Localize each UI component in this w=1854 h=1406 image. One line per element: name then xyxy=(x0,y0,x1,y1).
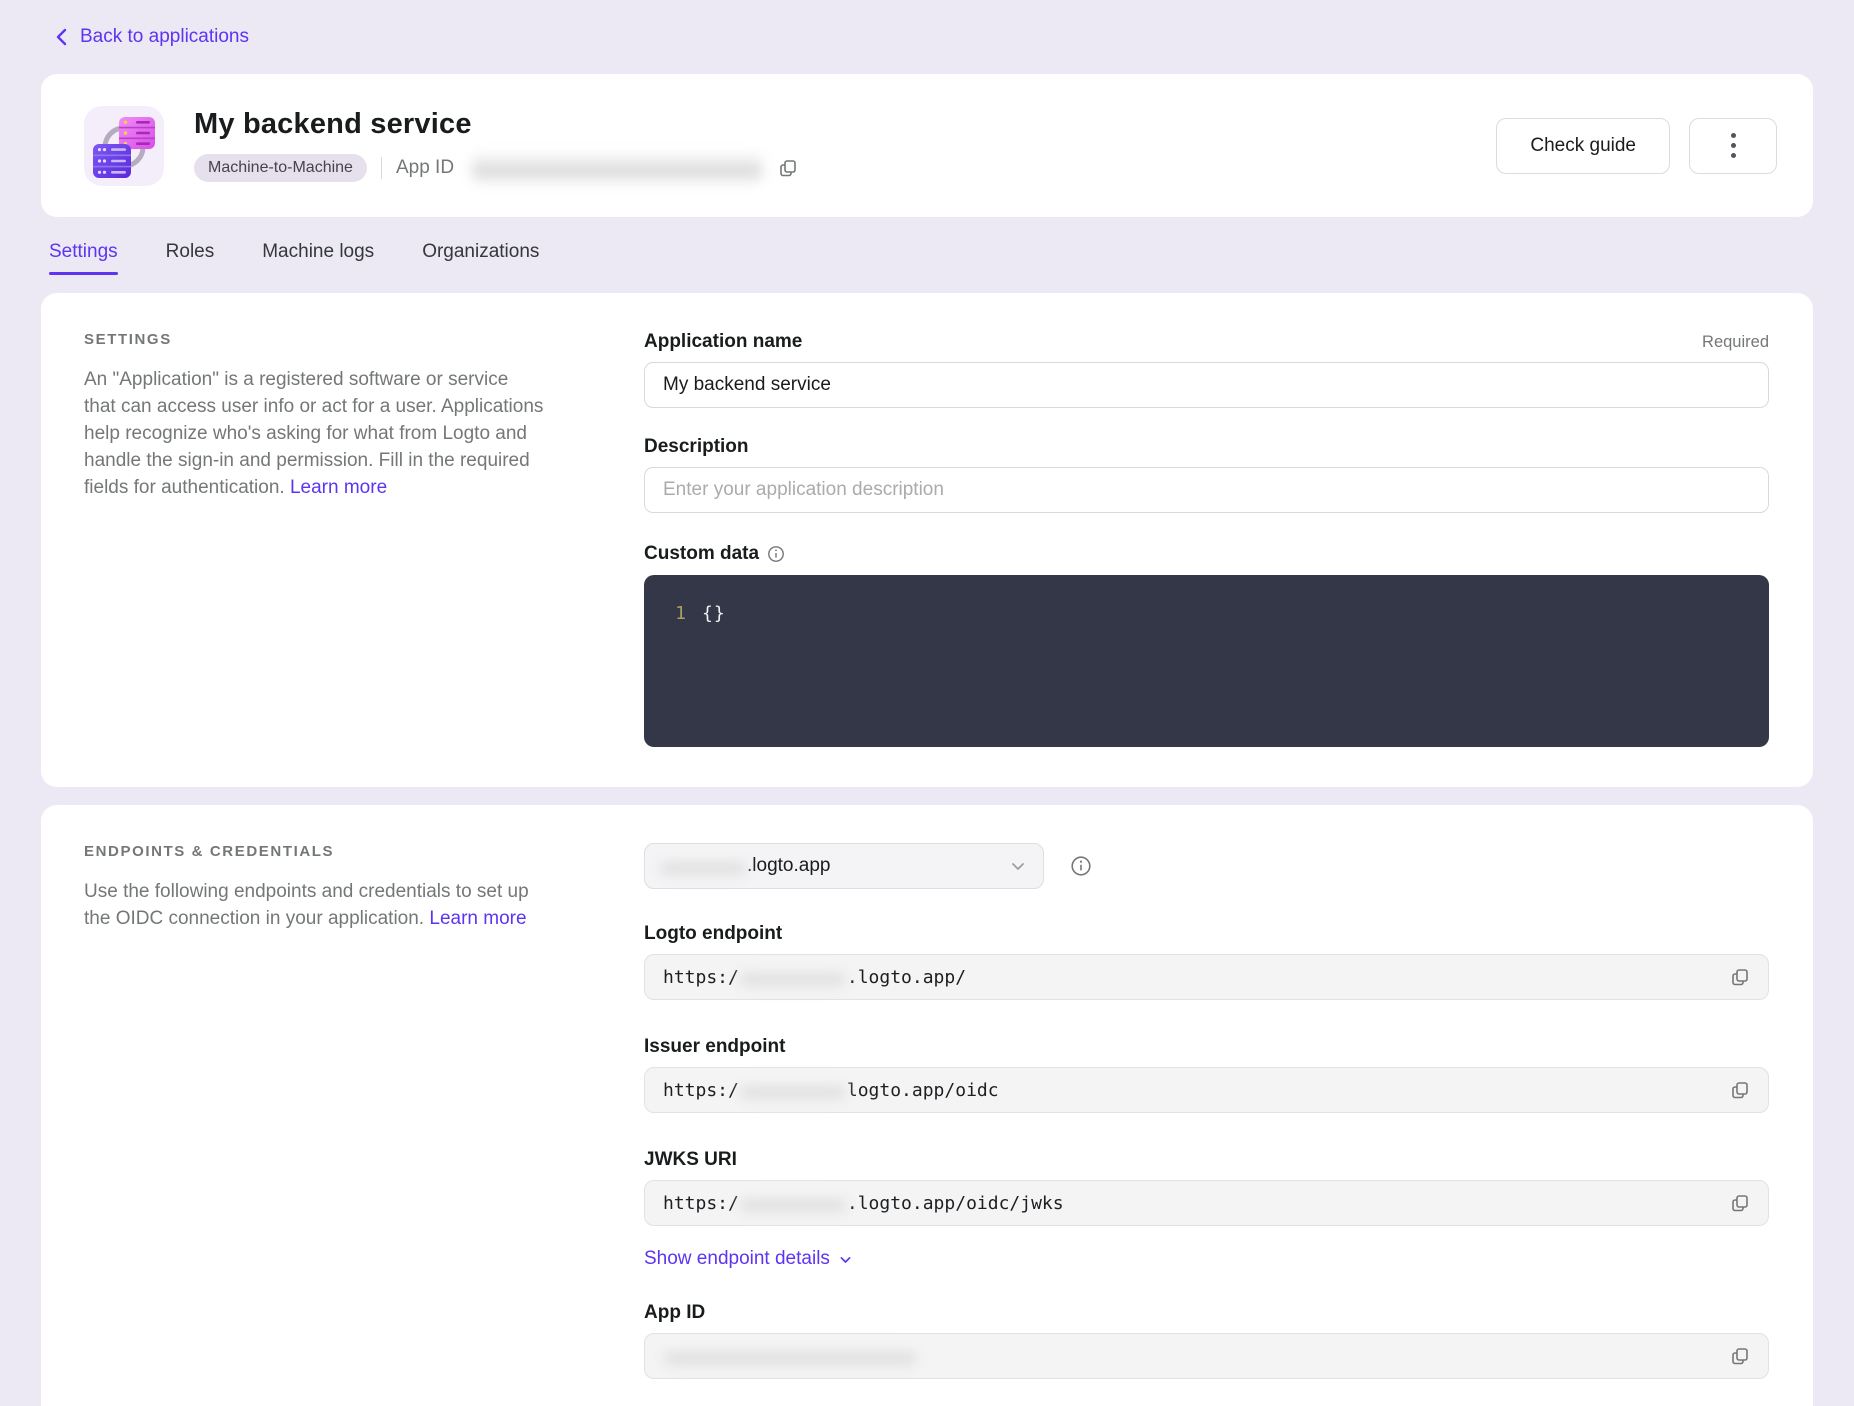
machine-to-machine-app-icon xyxy=(84,106,164,186)
editor-code-content: {} xyxy=(702,603,726,747)
redacted-tenant-id xyxy=(741,965,845,989)
issuer-endpoint-label: Issuer endpoint xyxy=(644,1036,785,1058)
copy-icon xyxy=(778,158,798,178)
redacted-tenant-id xyxy=(741,1078,845,1102)
tab-settings[interactable]: Settings xyxy=(49,241,118,275)
domain-select[interactable]: .logto.app xyxy=(644,843,1044,889)
tab-machine-logs[interactable]: Machine logs xyxy=(262,241,374,275)
logto-endpoint-block: Logto endpoint https:/ .logto.app/ xyxy=(644,923,1769,1000)
app-id-field-block: App ID xyxy=(644,1302,1769,1379)
jwks-uri-block: JWKS URI https:/ .logto.app/oidc/jwks xyxy=(644,1149,1769,1226)
issuer-endpoint-block: Issuer endpoint https:/ logto.app/oidc xyxy=(644,1036,1769,1113)
header-meta-row: Machine-to-Machine App ID xyxy=(194,153,1496,183)
show-endpoint-details-toggle[interactable]: Show endpoint details xyxy=(644,1248,853,1270)
settings-form: Application name Required Description Cu… xyxy=(644,331,1769,747)
custom-data-field-block: Custom data 1 {} xyxy=(644,543,1769,747)
copy-jwks-uri-button[interactable] xyxy=(1728,1191,1752,1215)
jwks-uri-value[interactable]: https:/ .logto.app/oidc/jwks xyxy=(644,1180,1769,1226)
settings-description: An "Application" is a registered softwar… xyxy=(84,366,544,501)
chevron-down-icon xyxy=(838,1252,853,1267)
copy-icon xyxy=(1730,1193,1750,1213)
redacted-app-id-value xyxy=(665,1343,915,1369)
endpoints-learn-more-link[interactable]: Learn more xyxy=(429,908,526,929)
settings-heading: SETTINGS xyxy=(84,331,544,348)
application-title: My backend service xyxy=(194,108,1496,141)
endpoints-heading: ENDPOINTS & CREDENTIALS xyxy=(84,843,544,860)
application-details-page: Back to applications xyxy=(0,0,1854,1406)
logto-endpoint-label: Logto endpoint xyxy=(644,923,782,945)
settings-learn-more-link[interactable]: Learn more xyxy=(290,477,387,498)
custom-data-code-editor[interactable]: 1 {} xyxy=(644,575,1769,747)
required-hint: Required xyxy=(1702,333,1769,352)
copy-icon xyxy=(1730,1080,1750,1100)
logto-endpoint-value[interactable]: https:/ .logto.app/ xyxy=(644,954,1769,1000)
tab-roles[interactable]: Roles xyxy=(166,241,215,275)
copy-app-id-field-button[interactable] xyxy=(1728,1344,1752,1368)
back-to-applications-link[interactable]: Back to applications xyxy=(54,26,249,48)
back-link-label: Back to applications xyxy=(80,26,249,48)
domain-select-value: .logto.app xyxy=(747,855,1009,877)
chevron-left-icon xyxy=(54,28,70,46)
redacted-tenant-id xyxy=(661,854,745,878)
kebab-icon xyxy=(1731,133,1736,138)
endpoints-credentials-card: ENDPOINTS & CREDENTIALS Use the followin… xyxy=(41,805,1813,1406)
description-label: Description xyxy=(644,436,749,458)
description-input[interactable] xyxy=(644,467,1769,513)
application-name-field-block: Application name Required xyxy=(644,331,1769,408)
back-row: Back to applications xyxy=(41,0,1813,74)
app-id-field-value[interactable] xyxy=(644,1333,1769,1379)
copy-icon xyxy=(1730,1346,1750,1366)
meta-divider xyxy=(381,157,382,179)
tab-bar: Settings Roles Machine logs Organization… xyxy=(41,241,1813,275)
jwks-uri-label: JWKS URI xyxy=(644,1149,737,1171)
tab-organizations[interactable]: Organizations xyxy=(422,241,539,275)
description-field-block: Description xyxy=(644,436,1769,513)
application-header-card: My backend service Machine-to-Machine Ap… xyxy=(41,74,1813,217)
editor-line-number: 1 xyxy=(644,603,702,747)
endpoints-description: Use the following endpoints and credenti… xyxy=(84,878,544,932)
redacted-app-id-value xyxy=(472,153,762,183)
endpoints-form: .logto.app Logto endpoint https:/ xyxy=(644,843,1769,1379)
application-name-label: Application name xyxy=(644,331,802,353)
app-id-field-label: App ID xyxy=(644,1302,705,1324)
header-actions: Check guide xyxy=(1496,118,1777,174)
domain-select-row: .logto.app xyxy=(644,843,1769,889)
application-name-input[interactable] xyxy=(644,362,1769,408)
issuer-endpoint-value[interactable]: https:/ logto.app/oidc xyxy=(644,1067,1769,1113)
custom-data-label: Custom data xyxy=(644,543,759,565)
app-type-badge: Machine-to-Machine xyxy=(194,154,367,182)
app-id-label: App ID xyxy=(396,157,454,179)
copy-issuer-endpoint-button[interactable] xyxy=(1728,1078,1752,1102)
copy-app-id-button[interactable] xyxy=(776,156,800,180)
check-guide-button[interactable]: Check guide xyxy=(1496,118,1670,174)
endpoints-aside: ENDPOINTS & CREDENTIALS Use the followin… xyxy=(84,843,544,1379)
copy-icon xyxy=(1730,967,1750,987)
settings-card: SETTINGS An "Application" is a registere… xyxy=(41,293,1813,787)
copy-logto-endpoint-button[interactable] xyxy=(1728,965,1752,989)
info-icon[interactable] xyxy=(767,545,785,563)
header-main: My backend service Machine-to-Machine Ap… xyxy=(194,108,1496,183)
more-actions-button[interactable] xyxy=(1689,118,1777,174)
settings-aside: SETTINGS An "Application" is a registere… xyxy=(84,331,544,747)
redacted-tenant-id xyxy=(741,1191,845,1215)
domain-info-icon[interactable] xyxy=(1070,855,1092,877)
chevron-down-icon xyxy=(1009,857,1027,875)
